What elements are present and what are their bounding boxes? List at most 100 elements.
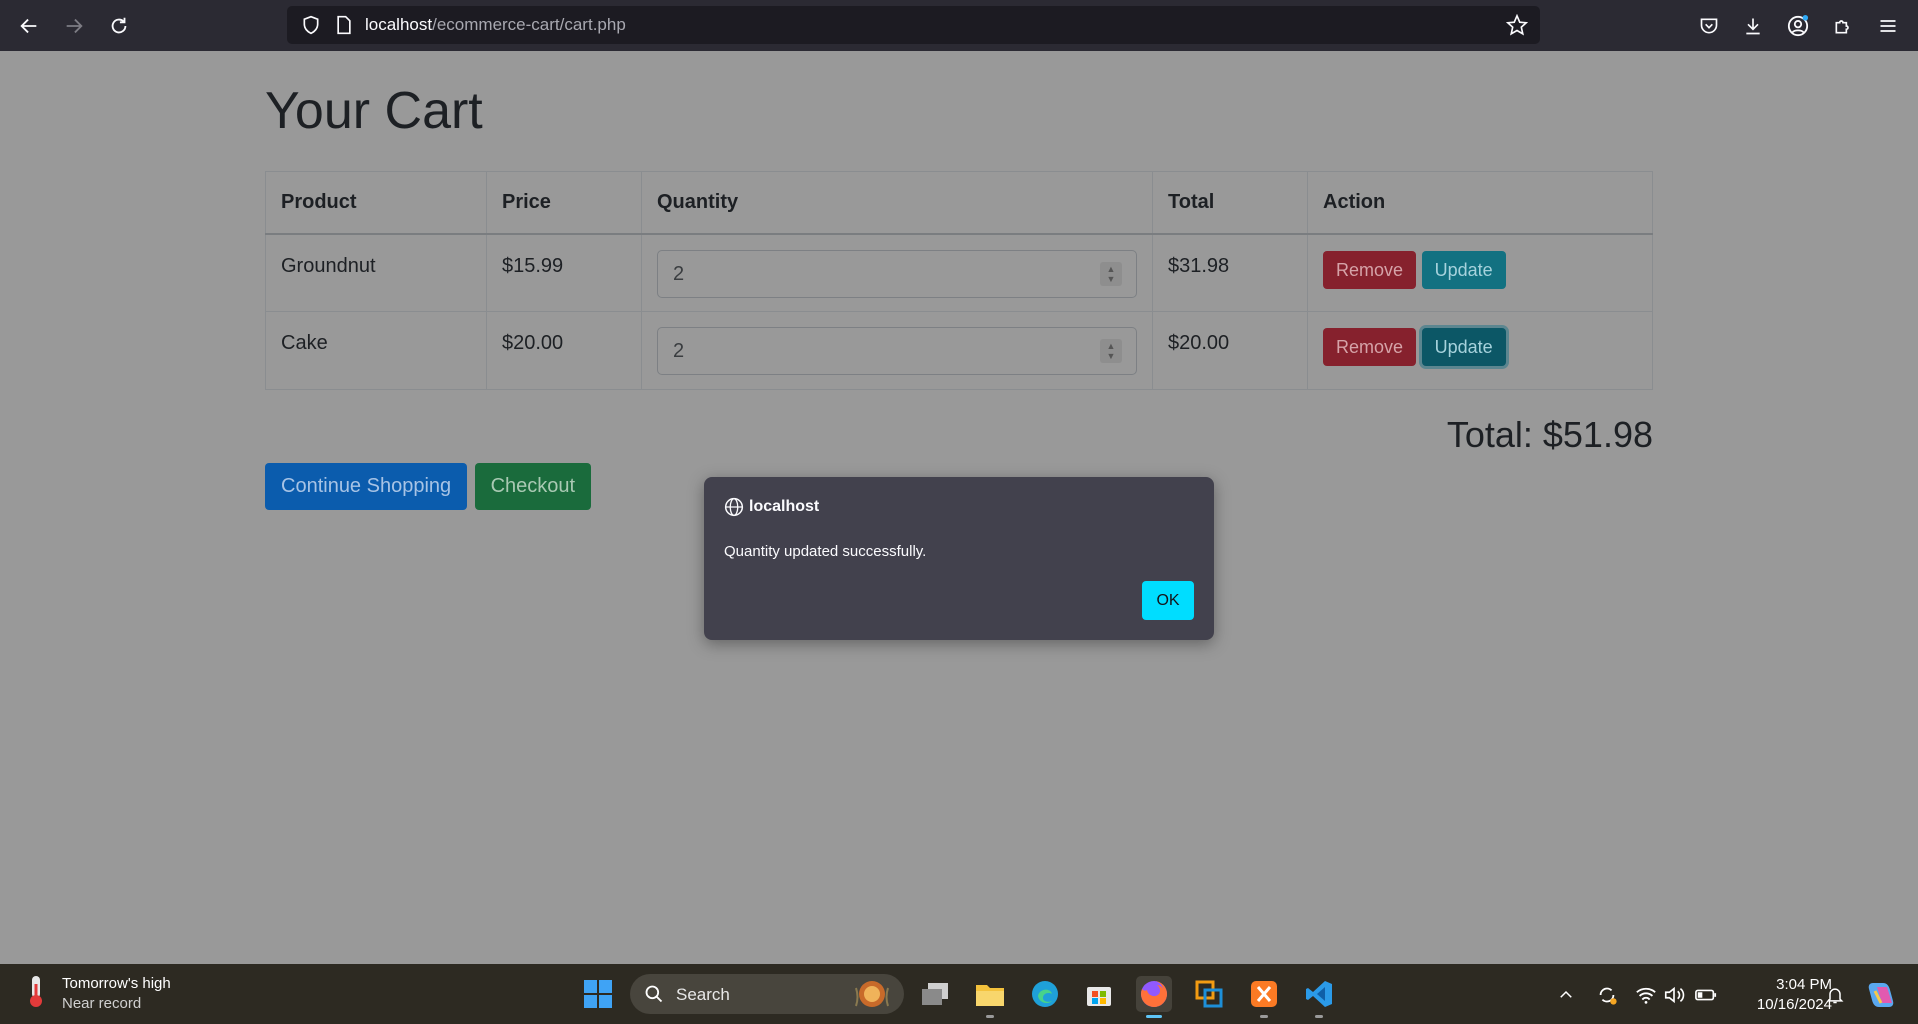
cart-actions: Continue Shopping Checkout: [265, 463, 594, 510]
action-cell: Remove Update: [1307, 233, 1653, 312]
continue-shopping-button[interactable]: Continue Shopping: [265, 463, 468, 510]
url-host: localhost: [365, 15, 433, 34]
start-button[interactable]: [580, 976, 616, 1012]
product-cell: Cake: [265, 311, 487, 390]
table-row: Cake $20.00 2 ▲ ▼ $20.00 Remove Update: [265, 311, 1653, 390]
vscode-button[interactable]: [1301, 976, 1337, 1018]
globe-icon: [724, 497, 744, 517]
copilot-button[interactable]: [1864, 978, 1898, 1012]
notification-bell-icon: [1826, 988, 1844, 1004]
browser-toolbar: localhost/ecommerce-cart/cart.php: [0, 0, 1918, 51]
volume-icon: [1664, 986, 1685, 1004]
file-explorer-button[interactable]: [972, 976, 1008, 1018]
taskbar-search[interactable]: Search: [630, 974, 904, 1014]
quantity-input[interactable]: 2 ▲ ▼: [657, 249, 1137, 298]
clock-time: 3:04 PM: [1776, 976, 1832, 993]
remote-desktop-button[interactable]: [1191, 976, 1227, 1012]
extensions-button[interactable]: [1830, 13, 1856, 39]
cart-table: Product Price Quantity Total Action Grou…: [265, 171, 1653, 390]
weather-title: Tomorrow's high: [62, 975, 171, 992]
price-cell: $15.99: [486, 233, 642, 312]
url-text[interactable]: localhost/ecommerce-cart/cart.php: [365, 15, 626, 35]
ok-button[interactable]: OK: [1142, 581, 1194, 620]
wifi-icon: [1636, 987, 1656, 1004]
active-indicator: [1146, 1015, 1162, 1018]
volume-tray-icon[interactable]: [1661, 982, 1687, 1008]
price-cell: $20.00: [486, 311, 642, 390]
weather-subtitle: Near record: [62, 995, 142, 1012]
shield-icon[interactable]: [301, 15, 321, 35]
quantity-spinner[interactable]: ▲ ▼: [1100, 339, 1122, 363]
show-hidden-icons[interactable]: [1553, 982, 1579, 1008]
table-header-row: Product Price Quantity Total Action: [265, 171, 1653, 235]
store-icon: [1087, 987, 1111, 1006]
url-bar[interactable]: localhost/ecommerce-cart/cart.php: [287, 6, 1540, 44]
pocket-icon: [1700, 18, 1718, 34]
header-action: Action: [1307, 171, 1653, 235]
vmware-icon: [1195, 980, 1223, 1008]
wifi-tray-icon[interactable]: [1633, 982, 1659, 1008]
dialog-origin: localhost: [749, 498, 820, 515]
firefox-button[interactable]: [1136, 976, 1172, 1018]
battery-tray-icon[interactable]: [1693, 982, 1719, 1008]
chevron-up-icon: [1560, 990, 1572, 998]
downloads-button[interactable]: [1740, 13, 1766, 39]
total-cell: $20.00: [1152, 311, 1308, 390]
bookmark-star-icon[interactable]: [1506, 14, 1528, 36]
puzzle-icon: [1835, 20, 1849, 34]
quantity-cell: 2 ▲ ▼: [641, 233, 1153, 312]
taskbar: Tomorrow's high Near record Search 3:04 …: [0, 964, 1918, 1024]
remove-button[interactable]: Remove: [1323, 250, 1417, 289]
page-title: Your Cart: [265, 82, 483, 140]
alert-dialog: localhost Quantity updated successfully.…: [704, 477, 1214, 640]
firefox-icon: [1141, 981, 1167, 1007]
edge-icon: [1032, 981, 1058, 1007]
arrow-left-icon: [20, 18, 37, 34]
sync-tray-icon[interactable]: [1594, 982, 1620, 1008]
back-button[interactable]: [13, 10, 45, 42]
clock-date: 10/16/2024: [1756, 996, 1832, 1013]
update-button[interactable]: Update: [1421, 328, 1506, 366]
header-price: Price: [486, 171, 642, 235]
folder-icon: [976, 985, 1004, 1006]
quantity-input[interactable]: 2 ▲ ▼: [657, 327, 1137, 375]
notifications-tray-icon[interactable]: [1822, 982, 1848, 1008]
checkout-button[interactable]: Checkout: [474, 463, 592, 510]
reload-button[interactable]: [103, 10, 135, 42]
action-cell: Remove Update: [1307, 311, 1653, 390]
quantity-value: 2: [673, 262, 685, 285]
forward-button[interactable]: [58, 10, 90, 42]
search-label: Search: [676, 985, 730, 1004]
windows-icon: [584, 980, 612, 1008]
weather-widget[interactable]: Tomorrow's high Near record: [24, 974, 171, 1014]
reload-icon: [111, 17, 127, 34]
quantity-cell: 2 ▲ ▼: [641, 311, 1153, 390]
xampp-button[interactable]: [1246, 976, 1282, 1018]
pocket-button[interactable]: [1696, 13, 1722, 39]
edge-button[interactable]: [1027, 976, 1063, 1012]
task-view-button[interactable]: [917, 976, 953, 1012]
vscode-icon: [1306, 981, 1332, 1007]
running-indicator: [1315, 1015, 1323, 1018]
header-quantity: Quantity: [641, 171, 1153, 235]
store-button[interactable]: [1081, 976, 1117, 1012]
url-path: /ecommerce-cart/cart.php: [432, 15, 626, 34]
account-button[interactable]: [1785, 13, 1811, 39]
product-cell: Groundnut: [265, 233, 487, 312]
xampp-icon: [1251, 981, 1277, 1007]
task-view-icon: [922, 983, 948, 1005]
battery-icon: [1695, 989, 1717, 1001]
grand-total: Total: $51.98: [1446, 414, 1653, 455]
running-indicator: [986, 1015, 994, 1018]
copilot-icon: [1868, 983, 1894, 1007]
hamburger-icon: [1880, 20, 1896, 32]
quantity-spinner[interactable]: ▲ ▼: [1100, 261, 1122, 286]
taskbar-clock[interactable]: 3:04 PM 10/16/2024: [1728, 975, 1832, 1015]
menu-button[interactable]: [1875, 13, 1901, 39]
page-icon[interactable]: [335, 15, 353, 35]
remove-button[interactable]: Remove: [1323, 328, 1417, 366]
update-button[interactable]: Update: [1421, 250, 1506, 289]
sync-icon: [1599, 987, 1617, 1005]
search-icon: [645, 985, 663, 1003]
page-content: Your Cart Product Price Quantity Total A…: [0, 51, 1918, 964]
